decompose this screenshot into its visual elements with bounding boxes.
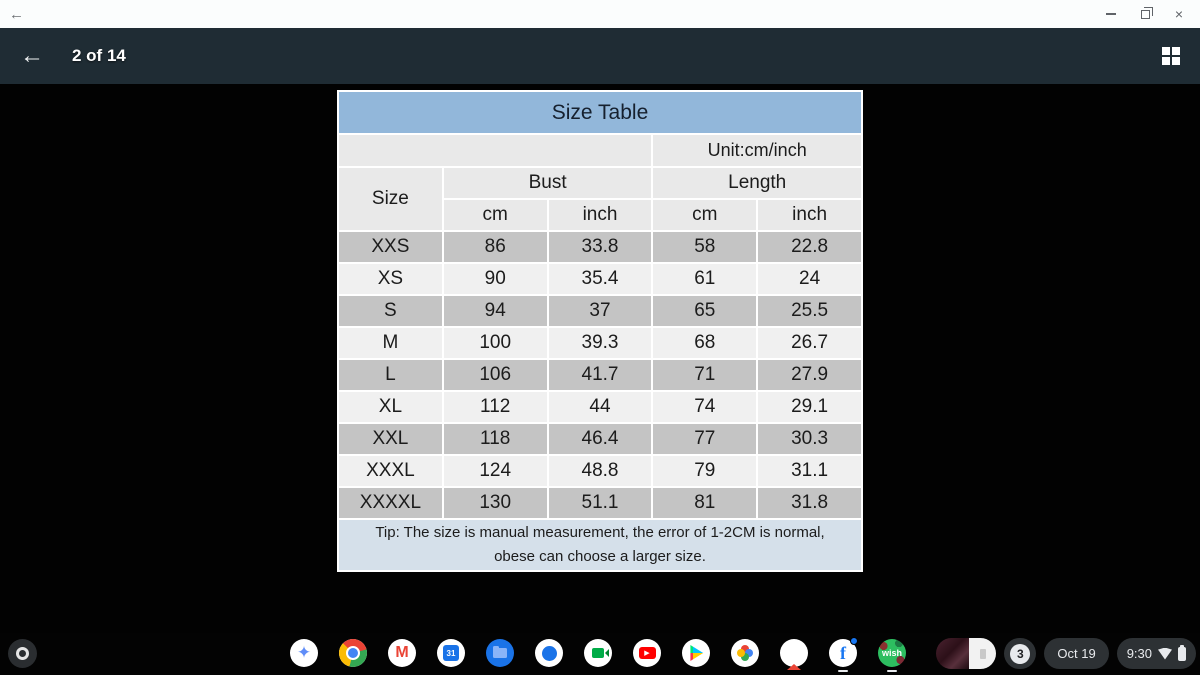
play-store-icon[interactable] [682,639,710,667]
window-titlebar: ← × [0,0,1200,28]
calendar-icon[interactable]: 31 [437,639,465,667]
window-preview-thumbnail[interactable] [936,638,996,669]
photos-icon[interactable] [731,639,759,667]
chrome-icon[interactable] [339,639,367,667]
subcol-length-cm: cm [652,199,757,231]
thumb-white-panel [969,638,996,669]
battery-icon [1178,647,1186,661]
gallery-toolbar: ← 2 of 14 [0,28,1200,84]
table-row: XXL11846.47730.3 [338,423,862,455]
image-counter: 2 of 14 [72,46,126,66]
gmail-icon[interactable]: M [388,639,416,667]
subcol-bust-inch: inch [548,199,653,231]
time-label: 9:30 [1127,646,1152,661]
unit-label: Unit:cm/inch [652,134,862,167]
table-row: S94376525.5 [338,295,862,327]
table-row: XXXL12448.87931.1 [338,455,862,487]
table-row: XXS8633.85822.8 [338,231,862,263]
table-row: XS9035.46124 [338,263,862,295]
product-photo-thumb [936,638,969,669]
youtube-icon[interactable]: ▶ [633,639,661,667]
wish-icon[interactable]: wish [878,639,906,667]
subcol-length-inch: inch [757,199,862,231]
size-tip: Tip: The size is manual measurement, the… [338,519,862,571]
tip-line-2: obese can choose a larger size. [339,545,861,569]
grid-view-icon[interactable] [1162,47,1180,65]
wifi-icon [1158,648,1172,660]
col-header-size: Size [338,167,443,231]
status-area: 3 Oct 19 9:30 [936,638,1196,669]
table-row: XXXXL13051.18131.8 [338,487,862,519]
back-arrow-icon[interactable]: ← [20,44,44,68]
close-button[interactable]: × [1168,4,1190,24]
window-controls: × [1100,4,1200,24]
minimize-button[interactable] [1100,4,1122,24]
table-row: L10641.77127.9 [338,359,862,391]
date-label: Oct 19 [1057,646,1095,661]
notification-count: 3 [1010,644,1030,664]
meet-icon[interactable] [584,639,612,667]
size-table-title: Size Table [338,91,862,134]
launcher-button[interactable] [8,639,37,668]
messages-icon[interactable] [535,639,563,667]
tip-line-1: Tip: The size is manual measurement, the… [339,521,861,545]
size-table: Size Table Unit:cm/inch Size Bust Length… [337,90,863,572]
size-table-body: XXS8633.85822.8XS9035.46124S94376525.5M1… [338,231,862,519]
browser-back-icon[interactable]: ← [9,7,24,22]
assistant-icon[interactable]: ✦ [290,639,318,667]
facebook-notification-dot [850,637,858,645]
shelf: ✦ M 31 ▶ f wish 3 Oct 19 9:30 [0,633,1200,675]
facebook-icon[interactable]: f [829,639,857,667]
col-header-length: Length [652,167,862,199]
col-header-bust: Bust [443,167,653,199]
date-pill[interactable]: Oct 19 [1044,638,1108,669]
table-row: XL112447429.1 [338,391,862,423]
table-row: M10039.36826.7 [338,327,862,359]
subcol-bust-cm: cm [443,199,548,231]
launcher-icon [16,647,29,660]
shelf-app-tray: ✦ M 31 ▶ f wish [290,639,906,667]
unit-spacer [338,134,652,167]
home-app-icon[interactable] [780,639,808,667]
size-chart-image[interactable]: Size Table Unit:cm/inch Size Bust Length… [337,90,863,570]
files-icon[interactable] [486,639,514,667]
notification-counter[interactable]: 3 [1004,638,1036,669]
system-tray[interactable]: 9:30 [1117,638,1196,669]
restore-button[interactable] [1134,4,1156,24]
image-viewer: Size Table Unit:cm/inch Size Bust Length… [0,84,1200,633]
